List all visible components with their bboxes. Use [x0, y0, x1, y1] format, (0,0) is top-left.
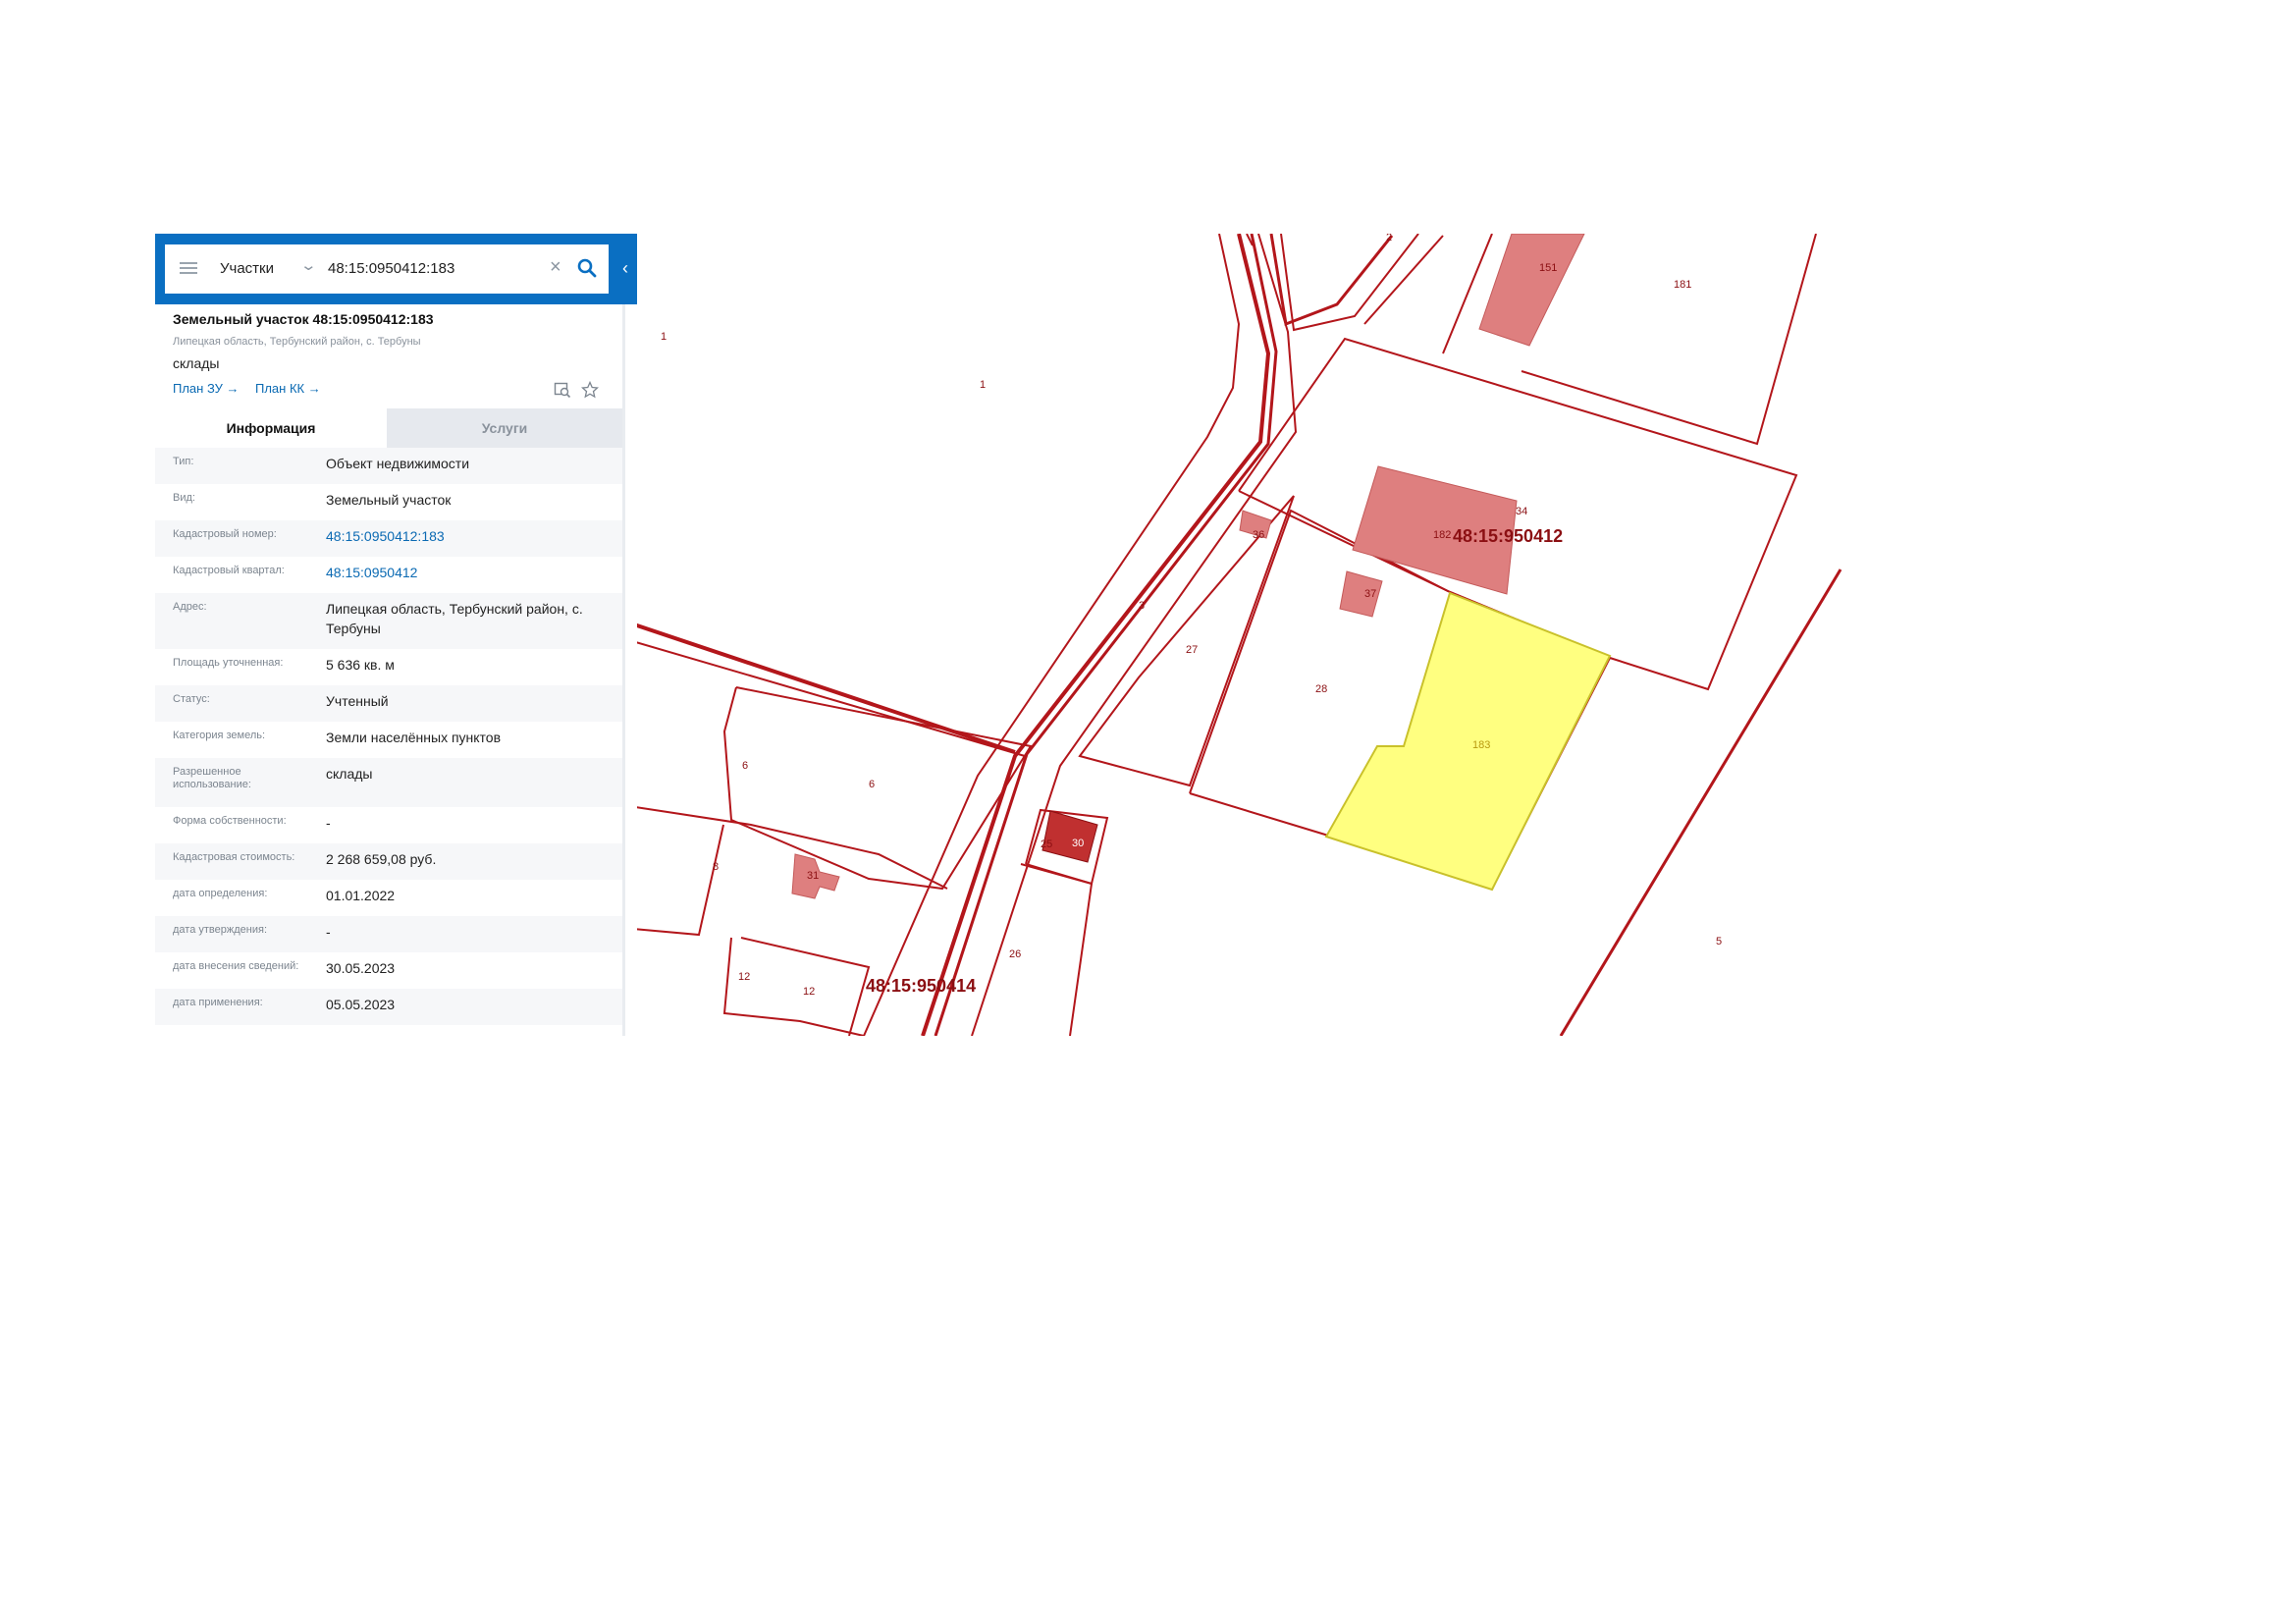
attribute-key: Кадастровая стоимость:: [173, 851, 295, 863]
plan-zu-link[interactable]: План ЗУ →: [173, 381, 240, 396]
chevron-down-icon[interactable]: ⌄: [299, 256, 317, 274]
attribute-key: Вид:: [173, 492, 195, 504]
parcel-label: 8: [713, 861, 719, 873]
attribute-key: Кадастровый квартал:: [173, 565, 285, 576]
tabs: Информация Услуги: [155, 408, 622, 448]
attribute-key: Кадастровый номер:: [173, 528, 277, 540]
attribute-row: Категория земель: Земли населённых пункто…: [155, 722, 622, 758]
building-dark: [1041, 810, 1098, 863]
attribute-row: Статус: Учтенный: [155, 685, 622, 722]
attribute-value: Учтенный: [326, 693, 389, 709]
attribute-row: Вид: Земельный участок: [155, 484, 622, 520]
object-type-select[interactable]: Участки: [220, 260, 274, 277]
attribute-row: Форма собственности: -: [155, 807, 622, 843]
parcel-label: 30: [1072, 838, 1084, 849]
star-icon[interactable]: [580, 380, 600, 404]
parcel-label: 1: [980, 379, 986, 391]
search-icon[interactable]: [577, 258, 597, 283]
parcel-label: 6: [742, 760, 748, 772]
parcel-label: 5: [1716, 936, 1722, 947]
parcel-label: 27: [1186, 644, 1198, 656]
attribute-value-link[interactable]: 48:15:0950412: [326, 563, 611, 582]
attribute-value: Земельный участок: [326, 492, 452, 508]
search-input[interactable]: [328, 254, 524, 282]
panel-divider: [622, 304, 625, 1036]
parcel-label: 28: [1315, 683, 1327, 695]
attribute-value: 30.05.2023: [326, 960, 396, 976]
quarter-label: 48:15:950412: [1453, 526, 1563, 546]
parcel-label: 25: [1041, 839, 1052, 850]
attribute-row: дата внесения сведений: 30.05.2023: [155, 952, 622, 989]
attribute-row: Площадь уточненная: 5 636 кв. м: [155, 649, 622, 685]
parcel-label: 151: [1539, 262, 1557, 274]
attribute-value: Земли населённых пунктов: [326, 730, 502, 745]
attribute-value: склады: [326, 766, 373, 782]
attribute-value: 01.01.2022: [326, 888, 396, 903]
attribute-key: Категория земель:: [173, 730, 266, 741]
attribute-row: Тип: Объект недвижимости: [155, 448, 622, 484]
parcel-label: 2: [1386, 232, 1392, 244]
parcel-label: 183: [1472, 739, 1490, 751]
attribute-row: Разрешенное использование: склады: [155, 758, 622, 807]
zoom-to-object-icon[interactable]: [554, 381, 571, 404]
parcel-label: 6: [869, 779, 875, 790]
attribute-value: -: [326, 815, 331, 831]
attribute-value: 5 636 кв. м: [326, 657, 395, 673]
info-panel: Участки ⌄ × ‹ Земельный участок 48:15:09…: [155, 234, 637, 1036]
attribute-key: Статус:: [173, 693, 210, 705]
quarter-label: 48:15:950414: [866, 976, 976, 996]
attribute-key: Адрес:: [173, 601, 207, 613]
attribute-key: дата внесения сведений:: [173, 960, 299, 972]
attribute-row: дата утверждения: -: [155, 916, 622, 952]
parcel-label: 182: [1433, 529, 1451, 541]
object-address: Липецкая область, Тербунский район, с. Т…: [173, 336, 421, 348]
attribute-key: Площадь уточненная:: [173, 657, 284, 669]
plan-kk-link[interactable]: План КК →: [255, 381, 321, 396]
search-box: Участки ⌄ ×: [165, 244, 609, 294]
parcel-label: 3: [1139, 600, 1145, 612]
attribute-key: дата применения:: [173, 997, 263, 1008]
tab-services[interactable]: Услуги: [387, 408, 622, 448]
parcel-label: 1: [661, 331, 667, 343]
parcel-label: 26: [1009, 948, 1021, 960]
object-title: Земельный участок 48:15:0950412:183: [173, 311, 434, 327]
attribute-key: Форма собственности:: [173, 815, 287, 827]
selected-parcel-183[interactable]: [1324, 591, 1612, 892]
boundary-lines: [622, 234, 1842, 1036]
attribute-row: Кадастровый квартал: 48:15:0950412: [155, 557, 622, 593]
attribute-value-link[interactable]: 48:15:0950412:183: [326, 526, 611, 546]
parcel-label: 36: [1253, 529, 1264, 541]
parcel-label: 31: [807, 870, 819, 882]
close-icon[interactable]: ×: [550, 257, 561, 277]
attribute-row: дата применения: 05.05.2023: [155, 989, 622, 1025]
parcel-label: 34: [1516, 506, 1527, 517]
tab-info[interactable]: Информация: [155, 408, 387, 448]
parcel-label: 181: [1674, 279, 1691, 291]
attribute-key: дата утверждения:: [173, 924, 268, 936]
attribute-key: дата определения:: [173, 888, 268, 899]
object-use: склады: [173, 355, 220, 371]
parcel-label: 37: [1364, 588, 1376, 600]
attribute-row: дата определения: 01.01.2022: [155, 880, 622, 916]
attribute-value: Объект недвижимости: [326, 456, 470, 471]
attribute-key: Тип:: [173, 456, 194, 467]
parcel-label: 12: [803, 986, 815, 998]
attribute-value: 2 268 659,08 руб.: [326, 851, 437, 867]
menu-icon[interactable]: [180, 262, 197, 275]
attribute-value: 05.05.2023: [326, 997, 396, 1012]
attribute-key: Разрешенное использование:: [173, 766, 251, 790]
attribute-value: Липецкая область, Тербунский район, с. Т…: [326, 601, 583, 636]
attribute-row: Кадастровая стоимость: 2 268 659,08 руб.: [155, 843, 622, 880]
attribute-row: Адрес: Липецкая область, Тербунский район…: [155, 593, 622, 649]
attributes-table: Тип: Объект недвижимости Вид: Земельный уча…: [155, 448, 622, 1025]
attribute-row: Кадастровый номер: 48:15:0950412:183: [155, 520, 622, 557]
collapse-panel-icon[interactable]: ‹: [622, 258, 628, 279]
attribute-value: -: [326, 924, 331, 940]
parcel-label: 12: [738, 971, 750, 983]
search-bar: Участки ⌄ × ‹: [155, 234, 637, 304]
